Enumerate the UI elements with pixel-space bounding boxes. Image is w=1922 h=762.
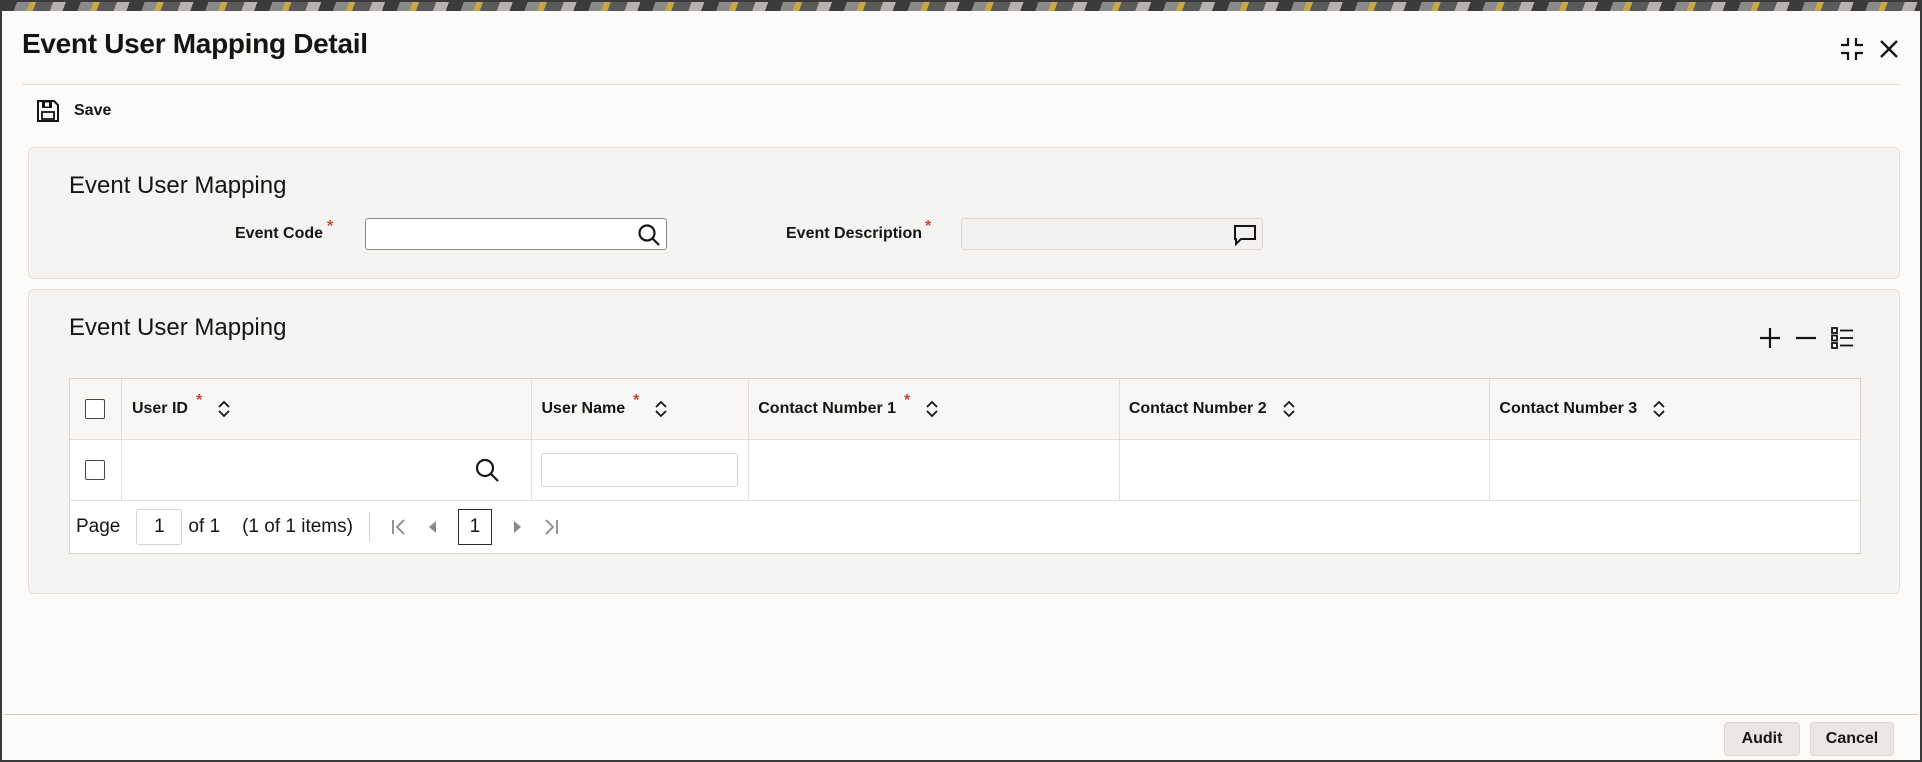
column-label: Contact Number 3: [1499, 400, 1638, 417]
column-label: User Name: [541, 400, 626, 417]
page-number-input[interactable]: 1: [136, 509, 183, 545]
previous-page-icon[interactable]: [420, 514, 446, 540]
items-count-label: (1 of 1 items): [242, 516, 353, 537]
remove-icon[interactable]: [1793, 325, 1819, 351]
grid-actions: [1757, 325, 1855, 351]
save-icon: [37, 100, 59, 122]
column-label: Contact Number 2: [1128, 400, 1267, 417]
contact-number-2-cell[interactable]: [1120, 440, 1491, 500]
user-mapping-table: User ID * User Name * Contact Number 1 *…: [69, 378, 1861, 554]
user-id-cell[interactable]: [122, 440, 533, 500]
footer-divider: [4, 714, 1918, 715]
pagination: Page 1 of 1 (1 of 1 items) 1: [70, 501, 1860, 553]
column-header-contact-number-1[interactable]: Contact Number 1 *: [749, 379, 1120, 439]
event-code-input[interactable]: [366, 219, 630, 249]
column-label: User ID: [131, 400, 188, 417]
save-label: Save: [74, 102, 112, 119]
sort-icon[interactable]: [924, 399, 940, 419]
table-row: [70, 440, 1860, 501]
sort-icon[interactable]: [1651, 399, 1667, 419]
row-select-cell: [70, 440, 122, 500]
event-user-grid-panel: Event User Mapping User ID * User Name *…: [28, 289, 1900, 594]
sort-icon[interactable]: [653, 399, 669, 419]
select-all-checkbox[interactable]: [85, 399, 106, 419]
event-code-label: Event Code: [235, 225, 324, 242]
audit-button[interactable]: Audit: [1724, 722, 1800, 756]
next-page-icon[interactable]: [504, 514, 530, 540]
required-marker: *: [195, 392, 203, 409]
event-code-field[interactable]: [365, 218, 667, 250]
event-description-field[interactable]: [961, 218, 1263, 250]
current-page-button[interactable]: 1: [457, 509, 492, 545]
required-marker: *: [633, 392, 640, 409]
column-label: Contact Number 1: [758, 400, 897, 417]
list-icon[interactable]: [1829, 325, 1855, 351]
cancel-button[interactable]: Cancel: [1810, 722, 1894, 756]
event-description-label: Event Description: [786, 225, 923, 242]
title-divider: [22, 84, 1900, 85]
column-header-contact-number-3[interactable]: Contact Number 3: [1490, 379, 1860, 439]
table-header: User ID * User Name * Contact Number 1 *…: [70, 379, 1860, 440]
user-name-cell: [532, 440, 750, 500]
user-name-input[interactable]: [541, 453, 739, 487]
column-header-user-name[interactable]: User Name *: [532, 379, 750, 439]
column-header-user-id[interactable]: User ID *: [122, 379, 533, 439]
sort-icon[interactable]: [216, 399, 232, 419]
page-count-label: of 1: [188, 516, 221, 537]
sort-icon[interactable]: [1281, 399, 1297, 419]
close-icon[interactable]: [1874, 34, 1904, 64]
event-description-input[interactable]: [962, 219, 1226, 249]
column-header-contact-number-2[interactable]: Contact Number 2: [1120, 379, 1491, 439]
section-title: Event User Mapping: [69, 172, 287, 199]
search-icon[interactable]: [473, 456, 501, 484]
page-label: Page: [76, 516, 121, 537]
add-icon[interactable]: [1757, 325, 1783, 351]
pager-divider: [368, 512, 370, 542]
first-page-icon[interactable]: [386, 514, 412, 540]
collapse-icon[interactable]: [1837, 34, 1867, 64]
contact-number-1-cell[interactable]: [749, 440, 1120, 500]
page-title: Event User Mapping Detail: [22, 28, 368, 59]
save-button[interactable]: Save: [36, 98, 111, 124]
row-checkbox[interactable]: [85, 460, 106, 480]
required-marker: *: [327, 218, 334, 235]
required-marker: *: [925, 218, 932, 235]
comment-icon[interactable]: [1232, 222, 1258, 248]
contact-number-3-cell[interactable]: [1490, 440, 1860, 500]
section-title: Event User Mapping: [69, 314, 287, 341]
window-titlebar: Event User Mapping Detail: [22, 28, 368, 60]
header-select-cell: [70, 379, 122, 439]
last-page-icon[interactable]: [538, 514, 564, 540]
window-frame: Event User Mapping Detail Save Event Use…: [0, 0, 1922, 762]
decorative-banner: [2, 2, 1920, 11]
search-icon[interactable]: [636, 222, 662, 248]
event-header-panel: Event User Mapping Event Code * Event De…: [28, 147, 1900, 279]
required-marker: *: [904, 392, 911, 409]
